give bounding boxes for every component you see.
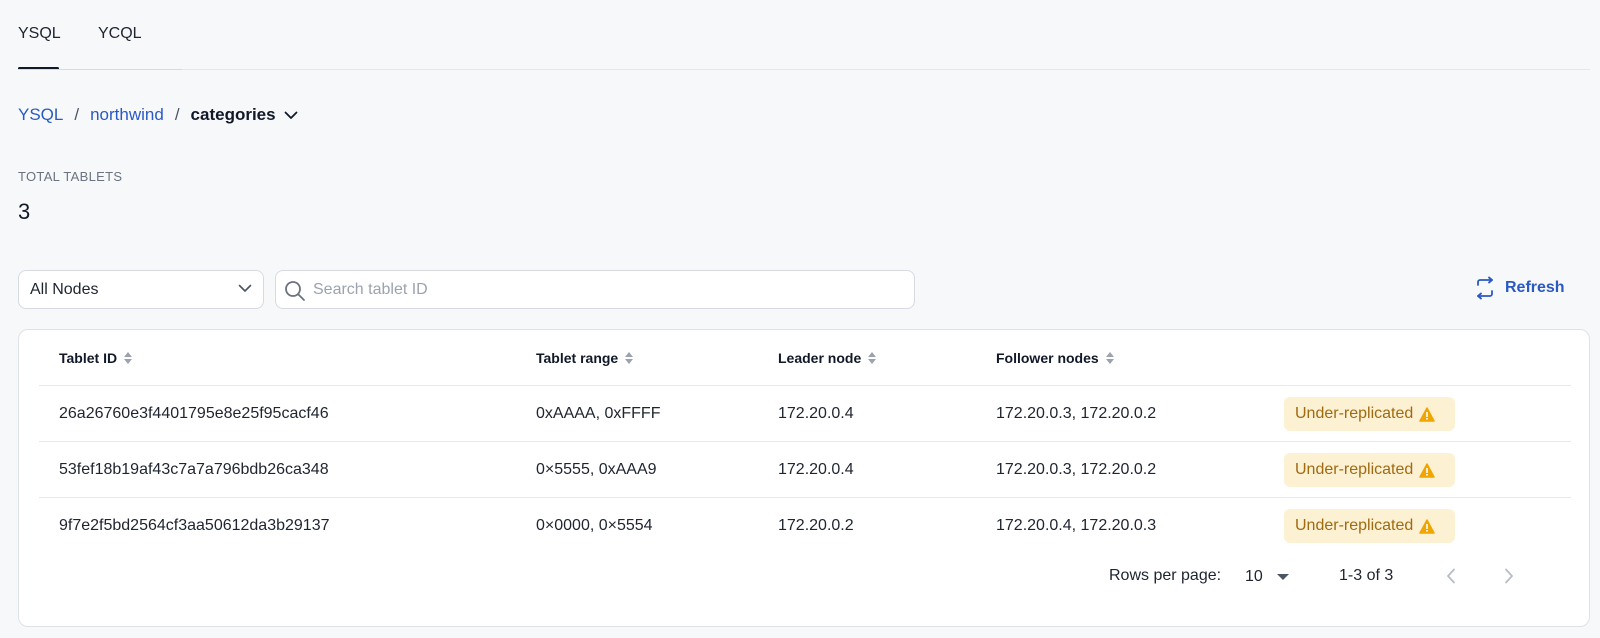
search-tablet-input[interactable] <box>313 271 903 308</box>
tablets-page: YSQL YCQL YSQL / northwind / categories … <box>0 0 1600 638</box>
cell-follower-nodes: 172.20.0.3, 172.20.0.2 <box>996 404 1157 422</box>
breadcrumb-table-dropdown[interactable]: categories <box>191 105 298 125</box>
caret-down-icon <box>1276 573 1289 580</box>
column-header-label: Follower nodes <box>996 350 1099 366</box>
api-tabs: YSQL YCQL <box>18 0 1590 70</box>
status-badge-label: Under-replicated <box>1295 461 1414 478</box>
chevron-left-icon[interactable] <box>1446 568 1456 584</box>
tab-ysql[interactable]: YSQL <box>18 0 61 70</box>
rows-per-page-label: Rows per page: <box>1109 567 1222 584</box>
breadcrumb-table-label: categories <box>190 105 276 124</box>
tablets-table-card: Tablet ID Tablet range Leader node Follo… <box>18 329 1590 627</box>
breadcrumb-ysql[interactable]: YSQL <box>18 105 63 125</box>
table-row: 9f7e2f5bd2564cf3aa50612da3b29137 0×0000,… <box>39 498 1571 554</box>
search-icon <box>285 281 305 301</box>
table-row: 26a26760e3f4401795e8e25f95cacf46 0xAAAA,… <box>39 386 1571 442</box>
rows-per-page-value: 10 <box>1245 568 1263 585</box>
node-filter-select[interactable]: All Nodes <box>18 270 264 309</box>
cell-tablet-range: 0xAAAA, 0xFFFF <box>536 404 661 422</box>
column-header-label: Leader node <box>778 350 862 366</box>
status-badge-label: Under-replicated <box>1295 517 1414 534</box>
tabs-indicator-track <box>18 69 182 70</box>
cell-tablet-range: 0×0000, 0×5554 <box>536 516 653 534</box>
tab-ysql-label: YSQL <box>18 25 61 42</box>
tab-ycql[interactable]: YCQL <box>98 0 180 69</box>
refresh-button[interactable]: Refresh <box>1473 275 1565 301</box>
sort-icon <box>868 352 877 364</box>
node-filter-value: All Nodes <box>30 280 99 298</box>
sort-icon <box>625 352 634 364</box>
status-badge: Under-replicated <box>1284 397 1455 431</box>
column-header-label: Tablet ID <box>59 350 118 366</box>
rows-per-page-select[interactable]: 10 <box>1245 565 1289 589</box>
warning-icon <box>1419 462 1436 478</box>
breadcrumb-separator: / <box>74 105 80 124</box>
sort-icon <box>124 352 133 364</box>
column-header-tablet-id[interactable]: Tablet ID <box>59 330 133 386</box>
column-header-label: Tablet range <box>536 350 619 366</box>
refresh-label: Refresh <box>1505 279 1565 296</box>
breadcrumb: YSQL / northwind / categories <box>18 103 298 127</box>
cell-tablet-range: 0×5555, 0xAAA9 <box>536 460 657 478</box>
cell-tablet-id: 9f7e2f5bd2564cf3aa50612da3b29137 <box>59 516 330 534</box>
status-badge: Under-replicated <box>1284 509 1455 543</box>
sort-icon <box>1105 352 1114 364</box>
warning-icon <box>1419 518 1436 534</box>
cell-leader-node: 172.20.0.4 <box>778 404 854 422</box>
chevron-right-icon[interactable] <box>1504 568 1514 584</box>
search-tablet-box <box>275 270 915 309</box>
pagination-range: 1-3 of 3 <box>1339 567 1394 584</box>
table-header: Tablet ID Tablet range Leader node Follo… <box>39 330 1571 386</box>
table-row: 53fef18b19af43c7a7a796bdb26ca348 0×5555,… <box>39 442 1571 498</box>
cell-leader-node: 172.20.0.2 <box>778 516 854 534</box>
breadcrumb-separator: / <box>174 105 180 124</box>
cell-leader-node: 172.20.0.4 <box>778 460 854 478</box>
breadcrumb-database[interactable]: northwind <box>90 105 164 125</box>
total-tablets-value: 3 <box>18 199 31 224</box>
warning-icon <box>1419 406 1436 422</box>
cell-follower-nodes: 172.20.0.4, 172.20.0.3 <box>996 516 1157 534</box>
cell-follower-nodes: 172.20.0.3, 172.20.0.2 <box>996 460 1157 478</box>
column-header-tablet-range[interactable]: Tablet range <box>536 330 634 386</box>
refresh-icon <box>1477 276 1493 300</box>
total-tablets-label: TOTAL TABLETS <box>18 169 123 184</box>
status-badge: Under-replicated <box>1284 453 1455 487</box>
chevron-down-icon <box>238 284 252 292</box>
tab-ycql-label: YCQL <box>98 25 142 42</box>
pagination: Rows per page: 10 1-3 of 3 <box>19 557 1591 597</box>
status-badge-label: Under-replicated <box>1295 405 1414 422</box>
cell-tablet-id: 53fef18b19af43c7a7a796bdb26ca348 <box>59 460 329 478</box>
chevron-down-icon <box>284 111 297 119</box>
cell-tablet-id: 26a26760e3f4401795e8e25f95cacf46 <box>59 404 329 422</box>
column-header-follower-nodes[interactable]: Follower nodes <box>996 330 1115 386</box>
column-header-leader-node[interactable]: Leader node <box>778 330 877 386</box>
